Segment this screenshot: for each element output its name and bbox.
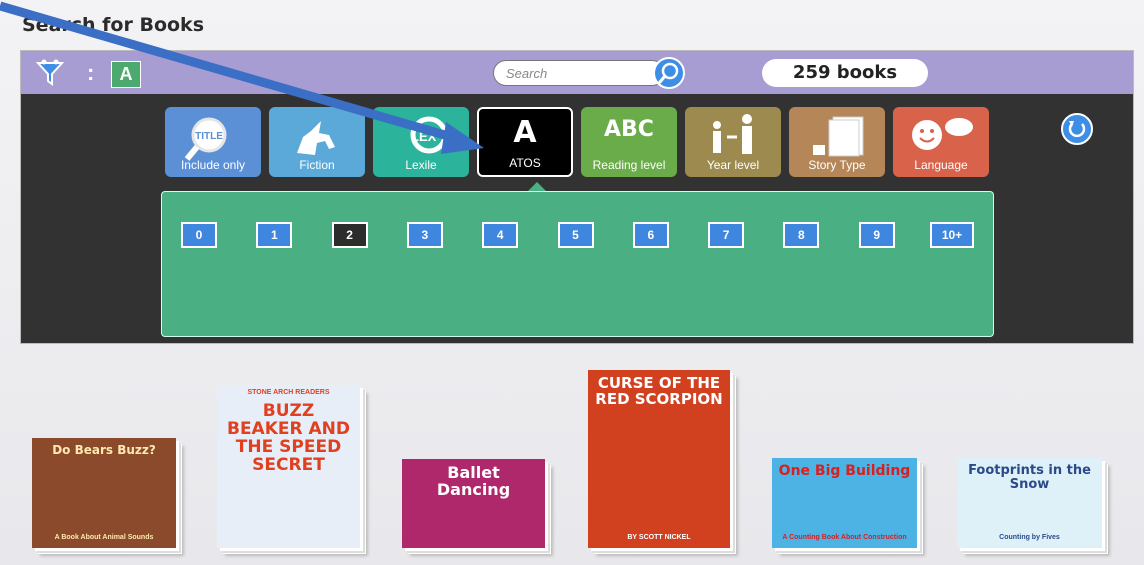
level-button-3[interactable]: 3 [406,222,443,248]
book-cover[interactable]: Counting by Fives Footprints in the Snow [957,458,1102,548]
level-button-6[interactable]: 6 [632,222,669,248]
letter-a-icon-glyph: A [513,115,537,150]
filter-tile-lexile[interactable]: LEX Lexile [373,107,469,177]
filter-tile-label: Fiction [299,158,335,172]
level-button-9[interactable]: 9 [858,222,895,248]
book-results-shelf: A Book About Animal Sounds Do Bears Buzz?… [0,360,1144,565]
filter-tile-label: Language [914,158,968,172]
title-magnifier-icon: TITLE [184,117,227,161]
book-cover[interactable]: A Book About Animal Sounds Do Bears Buzz? [32,438,176,548]
level-button-5[interactable]: 5 [557,222,594,248]
unicorn-icon [297,121,335,155]
book-subtitle: Counting by Fives [999,534,1060,541]
book-stack-icon [813,116,864,157]
filter-tile-reading-level[interactable]: ABC Reading level [581,107,677,177]
lexile-logo-icon: LEX [410,116,448,154]
book-title: BUZZ BEAKER AND THE SPEED SECRET [226,401,351,475]
book-subtitle: A Counting Book About Construction [782,534,907,541]
level-button-7[interactable]: 7 [708,222,745,248]
page-title: Search for Books [22,14,205,36]
filter-tile-label: ATOS [509,156,541,170]
book-cover[interactable]: A Counting Book About Construction One Bi… [772,458,917,548]
level-button-8[interactable]: 8 [783,222,820,248]
active-filter-badge[interactable]: A [111,61,141,88]
filter-tile-label: Reading level [592,158,666,172]
book-title: Ballet Dancing [436,463,511,499]
filter-toolbar: : A 259 books [21,51,1133,94]
search-button[interactable] [653,57,685,89]
abc-blocks-icon-glyph: ABC [604,117,654,142]
level-button-10plus[interactable]: 10+ [930,222,974,248]
filter-tile-label: Story Type [808,158,866,172]
reset-filters-button[interactable] [1061,113,1093,145]
book-title: Do Bears Buzz? [52,443,156,457]
book-title: Footprints in the Snow [968,463,1091,492]
filter-tile-story-type[interactable]: Story Type [789,107,885,177]
book-cover[interactable]: STONE ARCH READERS BUZZ BEAKER AND THE SP… [217,385,360,548]
filter-tile-fiction[interactable]: Fiction [269,107,365,177]
filter-tile-language[interactable]: Language [893,107,989,177]
filter-panel: : A 259 books TITLE Include only Fiction LE… [20,50,1134,344]
book-subtitle: A Book About Animal Sounds [54,534,154,541]
search-icon [658,62,679,84]
separator-dots-icon: : [87,60,95,85]
book-cover[interactable]: BY SCOTT NICKEL CURSE OF THE RED SCORPION [588,370,730,548]
people-icon [713,114,752,154]
book-title: CURSE OF THE RED SCORPION [595,374,723,408]
filter-tile-label: Lexile [405,158,437,172]
search-input[interactable] [493,60,665,86]
level-button-1[interactable]: 1 [256,222,293,248]
level-button-0[interactable]: 0 [181,222,217,248]
level-selector: 0 1 2 3 4 5 6 7 8 9 10+ [161,191,994,337]
filter-tile-label: Year level [706,158,760,172]
book-title: One Big Building [778,463,911,479]
filter-tile-year-level[interactable]: Year level [685,107,781,177]
funnel-filter-icon[interactable] [35,58,65,88]
filter-tile-label: Include only [180,158,246,172]
book-count: 259 books [762,59,928,87]
reset-icon [1068,121,1086,138]
level-button-4[interactable]: 4 [482,222,519,248]
level-button-2[interactable]: 2 [331,222,368,248]
filter-tile-atos[interactable]: A ATOS [477,107,573,177]
book-cover[interactable]: Ballet Dancing [402,459,545,548]
book-subtitle: BY SCOTT NICKEL [627,534,691,541]
speech-bubble-icon [912,118,973,150]
filter-tile-include-only[interactable]: TITLE Include only [165,107,261,177]
svg-text:TITLE: TITLE [195,131,223,142]
book-subtitle: STONE ARCH READERS [247,389,330,396]
svg-text:LEX: LEX [411,129,437,144]
